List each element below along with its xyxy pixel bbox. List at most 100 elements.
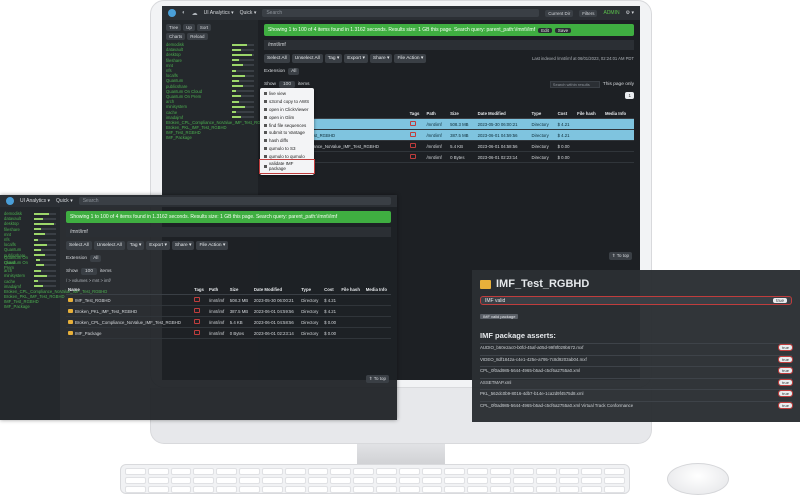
column-header[interactable]: Path: [424, 109, 449, 119]
table-row[interactable]: Broken_CPL_Compliance_NoValue_IMF_Test_R…: [264, 140, 634, 152]
file-action-item[interactable]: validate IMF package: [259, 159, 315, 174]
results-search-input[interactable]: Search within results: [549, 81, 600, 88]
toolbar-button[interactable]: Share ▾: [171, 241, 195, 250]
file-action-item[interactable]: live view: [260, 90, 314, 98]
table-row[interactable]: IMF_Test_RGBHD/mnt/imf508.3 MB2023-05-30…: [264, 118, 634, 130]
tags-cell[interactable]: [192, 316, 207, 328]
cloud-icon[interactable]: ☁: [192, 10, 198, 17]
toolbar-button[interactable]: Unselect All: [291, 54, 323, 63]
column-header[interactable]: Tags: [407, 109, 425, 119]
table-row[interactable]: Broken_PKL_IMF_Test_RGBHD/mnt/imf387.5 M…: [66, 305, 391, 317]
sidebar-tab-sort[interactable]: Sort: [196, 24, 212, 31]
tag-icon[interactable]: [409, 143, 416, 148]
column-header[interactable]: Date Modified: [475, 109, 530, 119]
column-header[interactable]: Size: [448, 109, 476, 119]
sidebar-tab-up[interactable]: Up: [183, 24, 195, 31]
sidebar-tab-charts[interactable]: Charts: [166, 33, 186, 40]
column-header[interactable]: Cost: [322, 285, 340, 295]
tag-icon[interactable]: [194, 330, 201, 335]
overlay-analytics-menu[interactable]: UI Analytics ▾: [20, 198, 50, 204]
tag-icon[interactable]: [194, 297, 201, 302]
toolbar-button[interactable]: Share ▾: [369, 54, 393, 63]
file-action-item[interactable]: s3cmd copy to AWS: [260, 98, 314, 106]
overlay-to-top-button[interactable]: ⇑ To top: [365, 375, 389, 383]
breadcrumb[interactable]: /mnt/imf: [264, 40, 634, 50]
sidebar-tab-reload[interactable]: Reload: [187, 33, 208, 40]
overlay-quick-menu[interactable]: Quick ▾: [56, 198, 73, 204]
table-row[interactable]: Broken_PKL_IMF_Test_RGBHD/mnt/imf387.5 M…: [264, 129, 634, 141]
table-row[interactable]: IMF_Test_RGBHD/mnt/imf508.3 MB2023-05-30…: [66, 294, 391, 306]
name-cell[interactable]: Broken_CPL_Compliance_NoValue_IMF_Test_R…: [66, 316, 193, 328]
tag-icon[interactable]: [194, 308, 201, 313]
file-action-item[interactable]: find file sequences: [260, 121, 314, 129]
settings-menu[interactable]: ⚙ ▾: [626, 10, 634, 16]
tags-cell[interactable]: [407, 151, 425, 163]
toolbar-button[interactable]: Select All: [264, 54, 290, 63]
tags-cell[interactable]: [192, 294, 207, 306]
toolbar-button[interactable]: File Action ▾: [196, 241, 229, 250]
name-cell[interactable]: IMF_Test_RGBHD: [66, 294, 193, 306]
file-action-item[interactable]: qumulo to S3: [260, 144, 314, 152]
file-name[interactable]: IMF_Package: [75, 331, 102, 336]
page-only-label[interactable]: This page only: [603, 82, 634, 87]
file-action-item[interactable]: open in ClickViewer: [260, 106, 314, 114]
search-input[interactable]: Search: [262, 9, 540, 17]
page-size-select[interactable]: 100: [279, 81, 296, 88]
toolbar-button[interactable]: Export ▾: [344, 54, 368, 63]
overlay-page-size-select[interactable]: 100: [81, 268, 98, 275]
dashboard-icon[interactable]: ◐: [182, 10, 186, 16]
tags-cell[interactable]: [192, 305, 207, 317]
tag-icon[interactable]: [409, 121, 416, 126]
column-header[interactable]: Date Modified: [251, 285, 300, 295]
name-cell[interactable]: IMF_Package: [66, 327, 193, 339]
toolbar-button[interactable]: Export ▾: [146, 241, 170, 250]
extension-chip[interactable]: All: [288, 68, 300, 75]
table-row[interactable]: IMF_Package/mnt/imf0 Bytes2023-06-01 02:…: [264, 151, 634, 163]
tree-item[interactable]: IMF_Package: [166, 135, 254, 140]
tag-icon[interactable]: [409, 154, 416, 159]
overlay-extension-chip[interactable]: All: [90, 255, 102, 262]
file-name[interactable]: Broken_CPL_Compliance_NoValue_IMF_Test_R…: [75, 320, 181, 325]
current-dir-button[interactable]: Current Dir: [545, 9, 574, 17]
quick-menu[interactable]: Quick ▾: [240, 10, 257, 16]
file-action-item[interactable]: hash diffs: [260, 137, 314, 145]
filters-button[interactable]: Filters: [579, 9, 598, 17]
name-cell[interactable]: Broken_PKL_IMF_Test_RGBHD: [66, 305, 193, 317]
column-header[interactable]: Media Info: [363, 285, 391, 295]
column-header[interactable]: File hash: [575, 109, 603, 119]
toolbar-button[interactable]: Tag ▾: [324, 54, 343, 63]
toolbar-button[interactable]: Unselect All: [93, 241, 125, 250]
table-row[interactable]: Broken_CPL_Compliance_NoValue_IMF_Test_R…: [66, 316, 391, 328]
to-top-button[interactable]: ⇑ To top: [608, 252, 632, 260]
column-header[interactable]: Type: [299, 285, 323, 295]
file-action-item[interactable]: qumulo to qumulo: [260, 152, 314, 160]
sidebar-tab-tree[interactable]: Tree: [166, 24, 182, 31]
column-header[interactable]: Tags: [192, 285, 207, 295]
tags-cell[interactable]: [192, 327, 207, 339]
tags-cell[interactable]: [407, 118, 425, 130]
tags-cell[interactable]: [407, 129, 425, 141]
file-action-item[interactable]: submit to Vantage: [260, 129, 314, 137]
table-row[interactable]: IMF_Package/mnt/imf0 Bytes2023-06-01 02:…: [66, 327, 391, 339]
column-header[interactable]: Cost: [555, 109, 576, 119]
save-query-button[interactable]: Save: [554, 27, 572, 33]
overlay-search-input[interactable]: Search: [78, 197, 391, 205]
column-header[interactable]: Name: [66, 285, 193, 295]
edit-query-button[interactable]: Edit: [538, 27, 552, 33]
file-action-item[interactable]: open in Glim: [260, 113, 314, 121]
toolbar-button[interactable]: File Action ▾: [394, 54, 427, 63]
column-header[interactable]: Type: [529, 109, 556, 119]
app-logo-icon[interactable]: [168, 9, 176, 17]
analytics-menu[interactable]: UI Analytics ▾: [204, 10, 234, 16]
column-header[interactable]: File hash: [339, 285, 364, 295]
tag-icon[interactable]: [194, 319, 201, 324]
page-button[interactable]: 1: [625, 92, 634, 99]
tag-icon[interactable]: [409, 132, 416, 137]
tree-item[interactable]: IMF_Package: [4, 304, 56, 309]
toolbar-button[interactable]: Select All: [66, 241, 92, 250]
tags-cell[interactable]: [407, 140, 425, 152]
file-name[interactable]: IMF_Test_RGBHD: [75, 298, 111, 303]
file-name[interactable]: Broken_PKL_IMF_Test_RGBHD: [75, 309, 137, 314]
toolbar-button[interactable]: Tag ▾: [126, 241, 145, 250]
overlay-breadcrumb[interactable]: /mnt/imf: [66, 227, 391, 237]
